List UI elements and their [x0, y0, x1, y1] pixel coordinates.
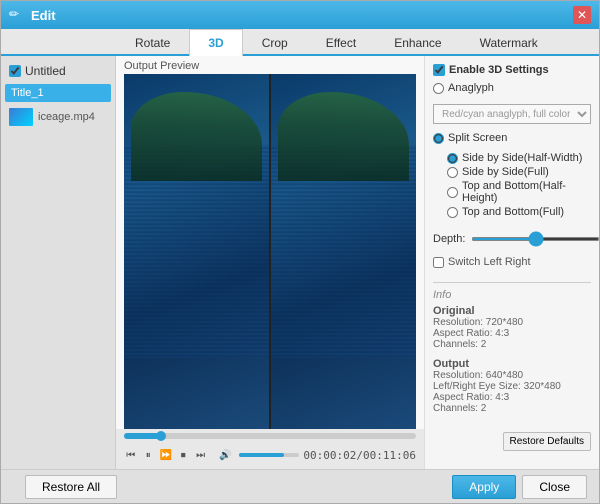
split-top-half-row: Top and Bottom(Half-Height)	[447, 180, 591, 204]
anaglyph-radio[interactable]	[433, 83, 444, 94]
split-top-full-label: Top and Bottom(Full)	[462, 206, 564, 218]
volume-area: 🔊	[215, 445, 299, 465]
tab-crop[interactable]: Crop	[243, 29, 307, 56]
split-side-full-label: Side by Side(Full)	[462, 166, 549, 178]
close-button[interactable]: Close	[522, 475, 587, 499]
pause-button[interactable]: ⏸	[141, 445, 154, 465]
anaglyph-row: Anaglyph	[433, 82, 591, 94]
video-right-eye	[271, 74, 416, 429]
video-preview	[124, 74, 416, 429]
volume-icon[interactable]: 🔊	[215, 445, 235, 465]
main-content: Untitled Title_1 iceage.mp4 Output Previ…	[1, 56, 599, 469]
tab-effect[interactable]: Effect	[307, 29, 375, 56]
video-left-eye	[124, 74, 271, 429]
close-window-button[interactable]: ✕	[573, 6, 591, 24]
tab-3d[interactable]: 3D	[189, 29, 242, 56]
tab-enhance[interactable]: Enhance	[375, 29, 460, 56]
restore-all-button[interactable]: Restore All	[25, 475, 117, 499]
restore-defaults-button[interactable]: Restore Defaults	[503, 432, 591, 451]
apply-button[interactable]: Apply	[452, 475, 516, 499]
output-title: Output	[433, 358, 591, 370]
split-side-half-radio[interactable]	[447, 153, 458, 164]
video-frame	[124, 74, 416, 429]
info-title: Info	[433, 289, 591, 301]
split-top-half-label: Top and Bottom(Half-Height)	[462, 180, 591, 204]
skip-back-button[interactable]: ⏮	[124, 445, 137, 465]
enable-3d-row: Enable 3D Settings	[433, 64, 591, 76]
center-panel: Output Preview ⏮ ⏸ ⏩	[116, 56, 424, 469]
controls-bar: ⏮ ⏸ ⏩ ⏹ ⏭ 🔊 00:00:02/00:11:06	[116, 429, 424, 469]
untitled-checkbox[interactable]	[9, 65, 21, 77]
progress-bar[interactable]	[124, 433, 416, 439]
output-resolution: Resolution: 640*480	[433, 370, 591, 381]
tab-watermark[interactable]: Watermark	[461, 29, 557, 56]
sidebar-file[interactable]: iceage.mp4	[1, 104, 115, 130]
playback-controls: ⏮ ⏸ ⏩ ⏹ ⏭ 🔊 00:00:02/00:11:06	[124, 445, 416, 465]
split-side-full-radio[interactable]	[447, 167, 458, 178]
original-info: Original Resolution: 720*480 Aspect Rati…	[433, 305, 591, 350]
split-screen-row: Split Screen	[433, 132, 591, 144]
switch-lr-label: Switch Left Right	[448, 256, 531, 268]
output-info: Output Resolution: 640*480 Left/Right Ey…	[433, 358, 591, 414]
right-panel: Enable 3D Settings Anaglyph Red/cyan ana…	[424, 56, 599, 469]
split-options-group: Side by Side(Half-Width) Side by Side(Fu…	[447, 152, 591, 220]
depth-label: Depth:	[433, 233, 465, 245]
output-channels: Channels: 2	[433, 403, 591, 414]
split-top-half-radio[interactable]	[447, 187, 458, 198]
switch-lr-checkbox[interactable]	[433, 257, 444, 268]
bottom-bar: Restore All Apply Close	[1, 469, 599, 503]
title-bar: ✏ Edit ✕	[1, 1, 599, 29]
app-icon: ✏	[9, 7, 25, 23]
window-title: Edit	[31, 8, 573, 23]
enable-3d-checkbox[interactable]	[433, 64, 445, 76]
edit-window: ✏ Edit ✕ Rotate 3D Crop Effect Enhance W…	[0, 0, 600, 504]
split-side-half-label: Side by Side(Half-Width)	[462, 152, 582, 164]
sidebar-title1[interactable]: Title_1	[5, 84, 111, 102]
skip-forward-button[interactable]: ⏭	[194, 445, 207, 465]
depth-slider[interactable]	[471, 237, 599, 241]
tab-rotate[interactable]: Rotate	[116, 29, 189, 56]
output-aspect: Aspect Ratio: 4:3	[433, 392, 591, 403]
tab-bar: Rotate 3D Crop Effect Enhance Watermark	[1, 29, 599, 56]
stop-button[interactable]: ⏹	[176, 445, 189, 465]
original-title: Original	[433, 305, 591, 317]
anaglyph-dropdown[interactable]: Red/cyan anaglyph, full color	[433, 104, 591, 124]
original-aspect: Aspect Ratio: 4:3	[433, 328, 591, 339]
sidebar-untitled[interactable]: Untitled	[1, 60, 115, 82]
split-screen-radio[interactable]	[433, 133, 444, 144]
original-resolution: Resolution: 720*480	[433, 317, 591, 328]
info-section: Info Original Resolution: 720*480 Aspect…	[433, 282, 591, 422]
split-side-half-row: Side by Side(Half-Width)	[447, 152, 591, 164]
progress-fill	[124, 433, 159, 439]
volume-bar[interactable]	[239, 453, 299, 457]
output-eye-size: Left/Right Eye Size: 320*480	[433, 381, 591, 392]
sidebar: Untitled Title_1 iceage.mp4	[1, 56, 116, 469]
split-top-full-radio[interactable]	[447, 207, 458, 218]
enable-3d-label: Enable 3D Settings	[449, 64, 549, 76]
depth-row: Depth:	[433, 230, 591, 248]
file-thumbnail	[9, 108, 33, 126]
switch-row: Switch Left Right	[433, 256, 591, 268]
split-side-full-row: Side by Side(Full)	[447, 166, 591, 178]
time-display: 00:00:02/00:11:06	[303, 449, 416, 462]
volume-fill	[239, 453, 284, 457]
progress-thumb	[156, 431, 166, 441]
fast-forward-button[interactable]: ⏩	[159, 445, 172, 465]
split-screen-label: Split Screen	[448, 132, 507, 144]
split-top-full-row: Top and Bottom(Full)	[447, 206, 591, 218]
output-preview-label: Output Preview	[116, 56, 424, 74]
anaglyph-label: Anaglyph	[448, 82, 494, 94]
original-channels: Channels: 2	[433, 339, 591, 350]
